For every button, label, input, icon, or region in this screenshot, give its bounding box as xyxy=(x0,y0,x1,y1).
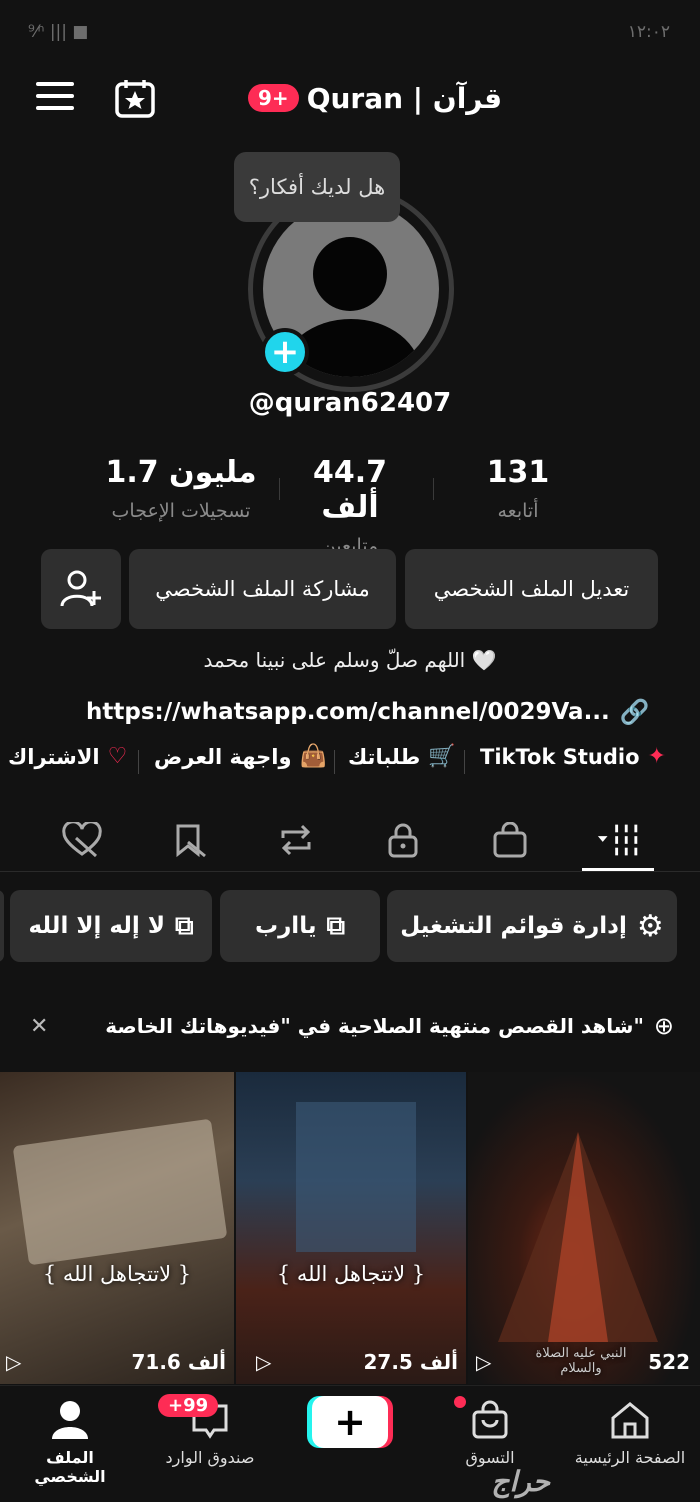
create-button[interactable]: + xyxy=(312,1396,388,1448)
add-friends-button[interactable] xyxy=(41,549,121,629)
add-photo-icon[interactable]: + xyxy=(261,328,309,376)
likes-stat[interactable]: 1.7 مليون تسجيلات الإعجاب xyxy=(96,455,266,522)
view-count: ▷ xyxy=(256,1350,271,1374)
link-icon: 🔗 xyxy=(619,698,650,726)
showcase-shortcut[interactable]: واجهة العرض 👜 xyxy=(154,744,327,769)
playlist-icon: ⧉ xyxy=(174,910,194,941)
play-icon: ▷ xyxy=(256,1350,272,1374)
tiktok-studio-shortcut[interactable]: TikTok Studio ✦ xyxy=(480,744,666,769)
bottom-nav: الصفحة الرئيسية التسوق + صندوق الوارد +9… xyxy=(0,1385,700,1502)
heart-star-icon: ♡ xyxy=(107,744,128,769)
user-star-icon: ✦ xyxy=(647,744,666,769)
grid-icon xyxy=(597,824,638,856)
playlist-chip-overflow[interactable] xyxy=(0,890,4,962)
subscription-shortcut[interactable]: الاشتراك ♡ xyxy=(8,744,127,769)
status-time: ١٢:٠٢ xyxy=(627,22,670,42)
heart-hidden-icon xyxy=(62,822,102,858)
following-stat[interactable]: 131 أتابعه xyxy=(470,455,566,522)
profile-link[interactable]: https://whatsapp.com/channel/0029Va... 🔗 xyxy=(86,698,650,726)
status-bar: ⁹⁄ⁿ ||| ■ ١٢:٠٢ xyxy=(0,18,700,48)
home-icon xyxy=(611,1402,649,1439)
menu-icon[interactable] xyxy=(36,82,74,112)
video-caption: النبي عليه الصلاة والسلام xyxy=(535,1346,627,1376)
nav-profile[interactable]: الملف الشخصي xyxy=(10,1398,130,1486)
shopping-bag-icon xyxy=(493,822,527,858)
followers-stat[interactable]: 44.7 ألف متابعين xyxy=(280,455,420,557)
link-text: https://whatsapp.com/channel/0029Va... xyxy=(86,699,610,725)
nav-home[interactable]: الصفحة الرئيسية xyxy=(570,1398,690,1467)
bookmark-hidden-icon xyxy=(176,824,206,858)
add-user-icon xyxy=(60,570,101,607)
tab-shop[interactable] xyxy=(486,816,534,864)
top-bar: 9+ Quran | قرآن xyxy=(0,70,700,126)
view-count-text: 71.6 ألف xyxy=(131,1350,227,1374)
bag-icon: 👜 xyxy=(299,744,327,769)
playlist-icon: ⧉ xyxy=(326,910,346,941)
active-tab-indicator xyxy=(582,868,654,871)
video-thumbnail[interactable]: { لاتتجاهل الله } ▷ 71.6 ألف xyxy=(0,1072,234,1384)
stories-banner[interactable]: ✕ شاهد القصص منتهية الصلاحية في "فيديوها… xyxy=(30,1006,674,1046)
calendar-star-icon[interactable] xyxy=(114,78,156,118)
repost-icon xyxy=(281,824,311,856)
tab-favorites-hidden[interactable] xyxy=(166,816,214,864)
playlist-chip[interactable]: لا إله إلا الله ⧉ xyxy=(10,890,212,962)
cart-icon: 🛒 xyxy=(428,744,456,769)
orders-shortcut[interactable]: طلباتك 🛒 xyxy=(348,744,456,769)
view-count: 522 xyxy=(648,1350,690,1374)
video-grid: النبي عليه الصلاة والسلام 522 ▷ { لاتتجا… xyxy=(0,1072,700,1384)
account-title: Quran | قرآن xyxy=(306,81,503,115)
status-left: ⁹⁄ⁿ ||| ■ xyxy=(28,22,89,42)
tab-reposts[interactable] xyxy=(272,816,320,864)
gear-icon: ⚙ xyxy=(636,908,664,944)
video-thumbnail[interactable]: { لاتتجاهل الله } ▷ 27.5 ألف xyxy=(236,1072,466,1384)
lock-icon xyxy=(388,823,418,858)
content-tabs xyxy=(0,808,700,872)
tab-videos-grid[interactable] xyxy=(596,816,644,864)
divider xyxy=(433,478,434,500)
nav-shop[interactable]: التسوق xyxy=(430,1398,550,1467)
account-switcher[interactable]: 9+ Quran | قرآن xyxy=(248,78,502,118)
play-icon: ▷ xyxy=(476,1350,492,1374)
inbox-badge: +99 xyxy=(158,1394,219,1417)
notification-badge: 9+ xyxy=(248,84,299,112)
manage-playlists-button[interactable]: إدارة قوائم التشغيل ⚙ xyxy=(387,890,677,962)
play-icon: ▷ xyxy=(6,1350,22,1374)
video-caption: { لاتتجاهل الله } xyxy=(276,1262,426,1286)
bio-text: اللهم صلّ وسلم على نبينا محمد 🤍 xyxy=(203,648,497,672)
close-icon[interactable]: ✕ xyxy=(30,1014,48,1039)
shortcut-row: TikTok Studio ✦ طلباتك 🛒 واجهة العرض 👜 ا… xyxy=(0,744,700,780)
edit-profile-button[interactable]: تعديل الملف الشخصي xyxy=(405,549,658,629)
tab-private[interactable] xyxy=(379,816,427,864)
stories-icon: ⊕ xyxy=(653,1012,674,1040)
ideas-tooltip[interactable]: هل لديك أفكار؟ xyxy=(234,152,400,222)
tab-liked-hidden[interactable] xyxy=(58,816,106,864)
video-thumbnail[interactable]: النبي عليه الصلاة والسلام 522 ▷ xyxy=(468,1072,700,1384)
video-caption: { لاتتجاهل الله } xyxy=(42,1262,192,1286)
divider xyxy=(279,478,280,500)
username: @quran62407 xyxy=(248,388,452,418)
share-profile-button[interactable]: مشاركة الملف الشخصي xyxy=(129,549,396,629)
playlist-chip[interactable]: ياارب ⧉ xyxy=(220,890,380,962)
shopping-bag-icon xyxy=(472,1400,508,1439)
profile-icon xyxy=(52,1401,88,1439)
watermark-logo: حراج xyxy=(491,1465,550,1498)
view-count-text: 27.5 ألف xyxy=(363,1350,459,1374)
banner-text: شاهد القصص منتهية الصلاحية في "فيديوهاتك… xyxy=(105,1014,644,1038)
